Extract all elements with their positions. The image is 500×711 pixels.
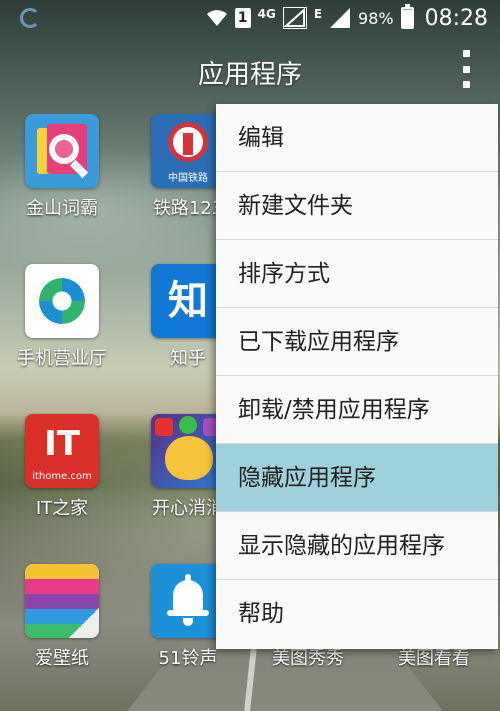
sim-slot-badge: 1 <box>234 8 251 28</box>
app-label: 手机营业厅 <box>17 348 107 369</box>
wifi-icon <box>206 9 228 27</box>
railway-icon-text: 中国铁路 <box>168 173 208 184</box>
app-label: 爱壁纸 <box>35 648 89 669</box>
app-label: IT之家 <box>35 498 89 519</box>
menu-item-new-folder[interactable]: 新建文件夹 <box>216 172 498 240</box>
network-type-4g: 4G <box>257 7 276 21</box>
zhihu-icon: 知 <box>151 264 225 338</box>
bell-icon <box>151 564 225 638</box>
status-bar: 1 4G E 98% 08:28 <box>0 0 500 36</box>
menu-item-help[interactable]: 帮助 <box>216 580 498 648</box>
more-vertical-icon[interactable] <box>460 50 472 88</box>
china-mobile-icon <box>25 264 99 338</box>
china-railway-icon: 中国铁路 <box>151 114 225 188</box>
network-type-e: E <box>313 7 323 21</box>
sync-icon <box>20 8 40 28</box>
dictionary-magnifier-icon <box>25 114 99 188</box>
menu-item-downloaded-apps[interactable]: 已下载应用程序 <box>216 308 498 376</box>
signal-icon-sim1 <box>282 7 307 29</box>
overflow-menu: 编辑 新建文件夹 排序方式 已下载应用程序 卸载/禁用应用程序 隐藏应用程序 显… <box>216 104 498 649</box>
menu-item-show-hidden-apps[interactable]: 显示隐藏的应用程序 <box>216 512 498 580</box>
app-mobile-hall[interactable]: 手机营业厅 <box>7 264 117 370</box>
app-ithome[interactable]: IT ithome.com IT之家 <box>7 414 117 520</box>
battery-percent: 98% <box>358 8 394 28</box>
ithome-icon-subtext: ithome.com <box>32 471 92 482</box>
menu-item-hide-apps[interactable]: 隐藏应用程序 <box>216 444 498 512</box>
app-label: 金山词霸 <box>26 198 98 219</box>
happy-match-game-icon <box>151 414 225 488</box>
ithome-icon: IT ithome.com <box>25 414 99 488</box>
clock: 08:28 <box>424 5 488 31</box>
wallpaper-app-icon <box>25 564 99 638</box>
title-bar: 应用程序 <box>0 36 500 104</box>
signal-icon-sim2 <box>329 7 351 29</box>
menu-item-sort-by[interactable]: 排序方式 <box>216 240 498 308</box>
battery-icon <box>400 4 414 29</box>
menu-item-edit[interactable]: 编辑 <box>216 104 498 172</box>
ithome-icon-text: IT <box>44 424 80 464</box>
app-jinshan-ciba[interactable]: 金山词霸 <box>7 114 117 220</box>
menu-item-uninstall-disable[interactable]: 卸载/禁用应用程序 <box>216 376 498 444</box>
page-title: 应用程序 <box>197 60 302 90</box>
app-ai-bizhi[interactable]: 爱壁纸 <box>7 564 117 670</box>
